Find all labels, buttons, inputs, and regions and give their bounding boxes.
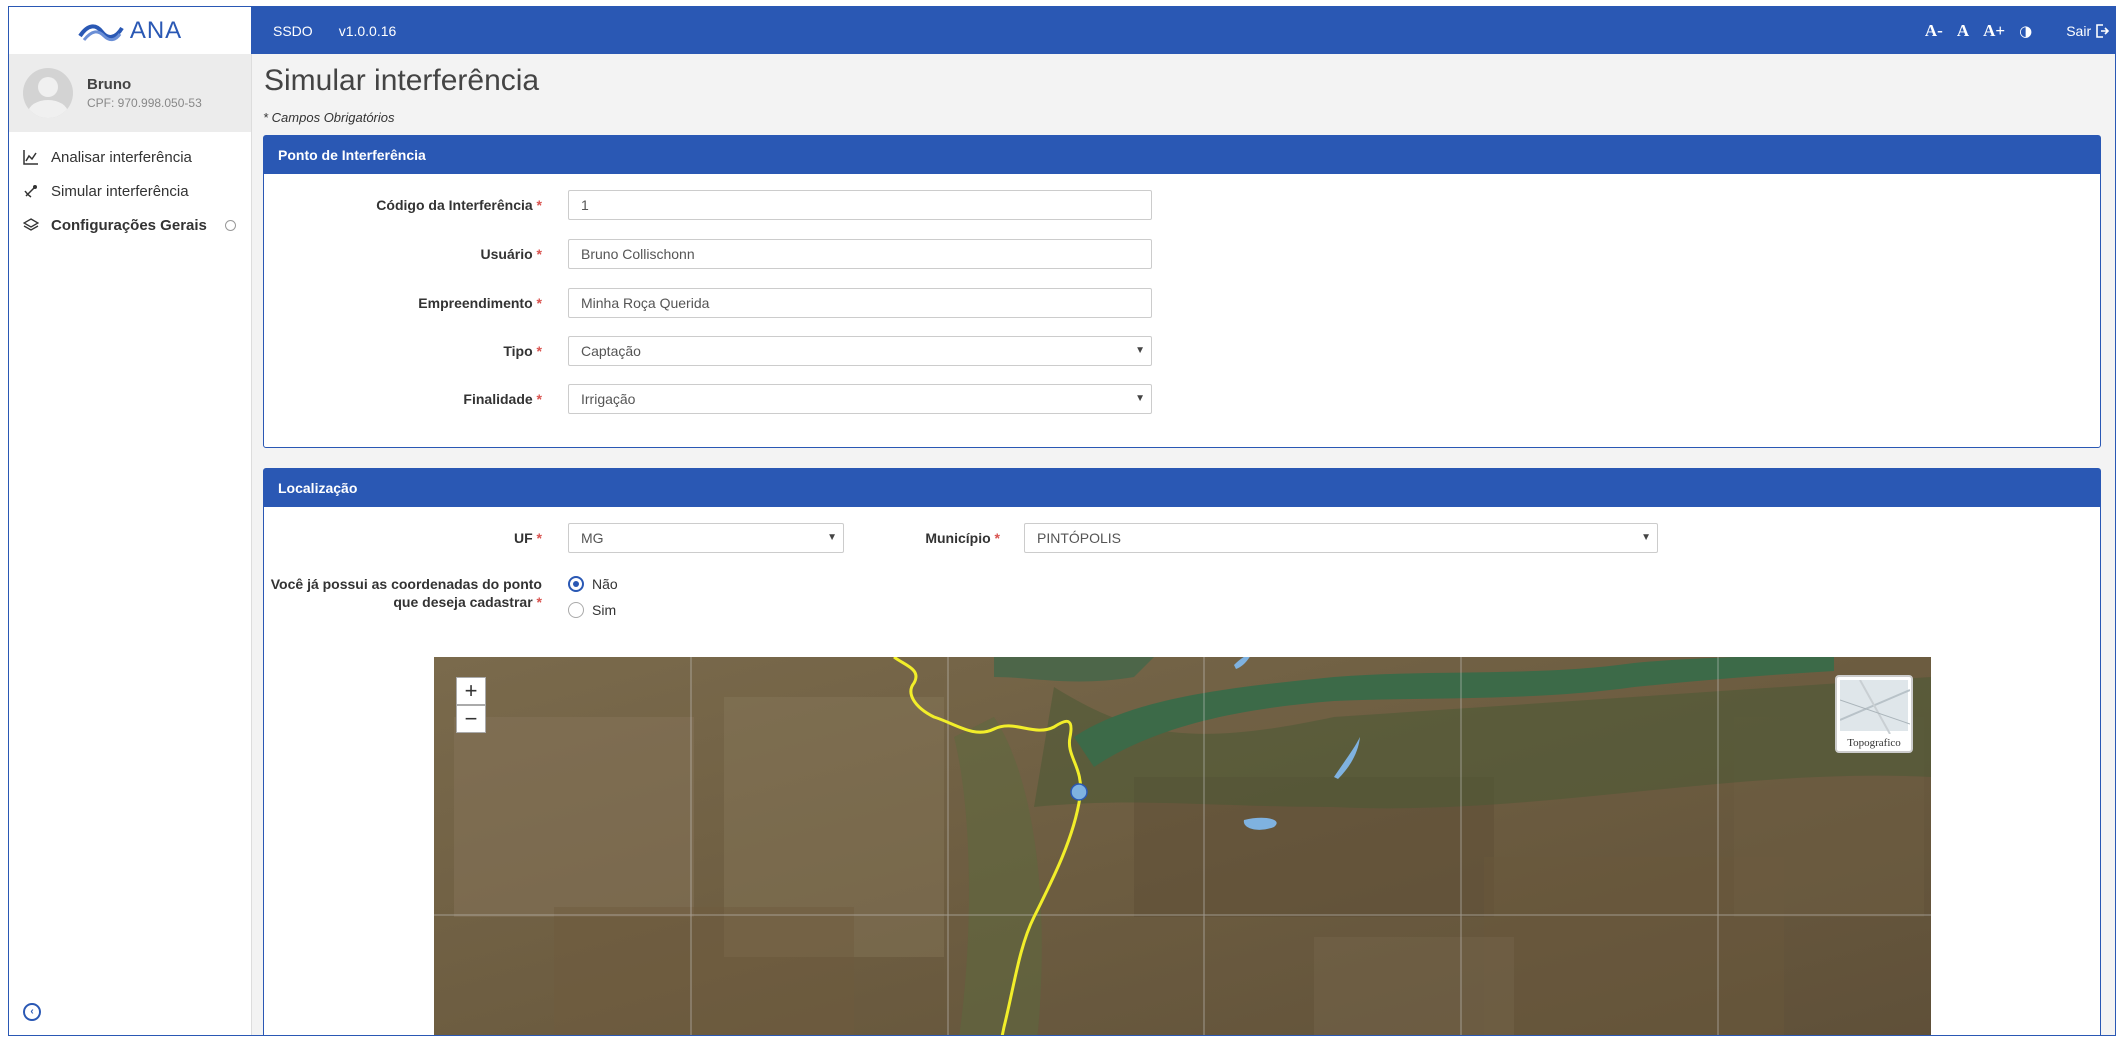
usuario-input[interactable]: Bruno Collischonn xyxy=(568,239,1152,269)
accessibility-controls: A- A A+ ◑ Sair xyxy=(1925,21,2110,41)
radio-label: Não xyxy=(592,576,618,592)
zoom-controls: + − xyxy=(456,677,486,733)
chevron-down-icon: ▼ xyxy=(1641,532,1651,543)
user-profile: Bruno CPF: 970.998.050-53 xyxy=(9,54,251,132)
field-row-codigo: Código da Interferência * 1 xyxy=(264,190,1152,220)
required-note: * Campos Obrigatórios xyxy=(263,110,395,125)
app-version: v1.0.0.16 xyxy=(338,22,397,39)
logo-text: ANA xyxy=(129,16,183,44)
radio-option-nao[interactable]: Não xyxy=(568,571,618,597)
font-increase-button[interactable]: A+ xyxy=(1983,21,2005,41)
sidebar-menu: Analisar interferência Simular interferê… xyxy=(9,140,251,242)
satellite-icon xyxy=(24,185,37,198)
field-row-uf: UF * MG ▼ Município * PINTÓPOLIS ▼ xyxy=(264,523,1658,553)
sidebar-item-label: Analisar interferência xyxy=(51,148,192,166)
avatar xyxy=(23,68,73,118)
contrast-icon[interactable]: ◑ xyxy=(2019,22,2032,40)
codigo-input[interactable]: 1 xyxy=(568,190,1152,220)
layer-switcher-button[interactable]: Topografico xyxy=(1835,675,1913,753)
collapse-sidebar-icon[interactable]: ‹ xyxy=(23,1003,41,1021)
interference-panel: Ponto de Interferência Código da Interfe… xyxy=(263,135,2101,448)
map-imagery xyxy=(434,657,1931,1035)
municipio-select[interactable]: PINTÓPOLIS ▼ xyxy=(1024,523,1658,553)
sidebar: ANA Bruno CPF: 970.998.050-53 Analisar i… xyxy=(9,7,252,1035)
font-normal-button[interactable]: A xyxy=(1957,21,1969,41)
sidebar-item-label: Configurações Gerais xyxy=(51,216,207,234)
field-label: Município * xyxy=(925,530,1000,546)
location-panel: Localização UF * MG ▼ Município * PINTÓPO… xyxy=(263,468,2101,1035)
empreendimento-input[interactable]: Minha Roça Querida xyxy=(568,288,1152,318)
user-name: Bruno xyxy=(87,76,132,93)
user-cpf: CPF: 970.998.050-53 xyxy=(87,96,202,110)
panel-title: Ponto de Interferência xyxy=(264,136,2100,174)
uf-select[interactable]: MG ▼ xyxy=(568,523,844,553)
chevron-down-icon: ▼ xyxy=(1135,393,1145,404)
sidebar-item-label: Simular interferência xyxy=(51,182,189,200)
ana-wave-icon xyxy=(78,24,124,41)
satellite-map[interactable]: + − Topografico xyxy=(434,657,1931,1035)
field-label: UF * xyxy=(513,530,542,546)
field-label: Tipo * xyxy=(503,343,542,359)
field-label: Usuário * xyxy=(480,246,542,262)
font-decrease-button[interactable]: A- xyxy=(1925,21,1943,41)
app-frame: ANA Bruno CPF: 970.998.050-53 Analisar i… xyxy=(8,6,2116,1036)
chevron-down-icon: ▼ xyxy=(1135,345,1145,356)
top-bar: SSDO v1.0.0.16 A- A A+ ◑ Sair xyxy=(251,7,2115,54)
field-row-coordinates: Você já possui as coordenadas do ponto q… xyxy=(264,575,618,623)
field-label: Código da Interferência * xyxy=(376,197,542,213)
layer-label: Topografico xyxy=(1847,737,1901,749)
logout-button[interactable]: Sair xyxy=(2066,22,2110,39)
field-row-empreendimento: Empreendimento * Minha Roça Querida xyxy=(264,288,1152,318)
sidebar-item-simular[interactable]: Simular interferência xyxy=(9,174,251,208)
main-content: Simular interferência * Campos Obrigatór… xyxy=(263,54,2115,1035)
topographic-thumbnail xyxy=(1839,679,1911,735)
field-row-finalidade: Finalidade * Irrigação ▼ xyxy=(264,384,1152,414)
field-row-usuario: Usuário * Bruno Collischonn xyxy=(264,239,1152,269)
chevron-down-icon: ▼ xyxy=(827,532,837,543)
logo[interactable]: ANA xyxy=(9,7,251,54)
coordinates-radio-group: Não Sim xyxy=(568,571,618,623)
field-row-tipo: Tipo * Captação ▼ xyxy=(264,336,1152,366)
radio-option-sim[interactable]: Sim xyxy=(568,597,618,623)
app-name: SSDO xyxy=(273,22,313,39)
layers-icon xyxy=(23,218,39,231)
field-label: Você já possui as coordenadas do ponto q… xyxy=(270,576,542,610)
field-label: Empreendimento * xyxy=(418,295,542,311)
zoom-out-button[interactable]: − xyxy=(456,705,486,733)
logout-label: Sair xyxy=(2066,22,2092,39)
sidebar-item-analisar[interactable]: Analisar interferência xyxy=(9,140,251,174)
radio-label: Sim xyxy=(592,602,617,618)
radio-selected-icon[interactable] xyxy=(568,576,584,592)
sidebar-item-configuracoes[interactable]: Configurações Gerais xyxy=(9,208,251,242)
radio-unselected-icon[interactable] xyxy=(568,602,584,618)
page-title: Simular interferência xyxy=(264,64,540,97)
finalidade-select[interactable]: Irrigação ▼ xyxy=(568,384,1152,414)
logout-icon xyxy=(2096,23,2110,38)
expand-indicator-icon xyxy=(224,219,236,231)
tipo-select[interactable]: Captação ▼ xyxy=(568,336,1152,366)
zoom-in-button[interactable]: + xyxy=(456,677,486,705)
field-label: Finalidade * xyxy=(463,391,542,407)
chart-line-icon xyxy=(23,150,38,165)
panel-title: Localização xyxy=(264,469,2100,507)
